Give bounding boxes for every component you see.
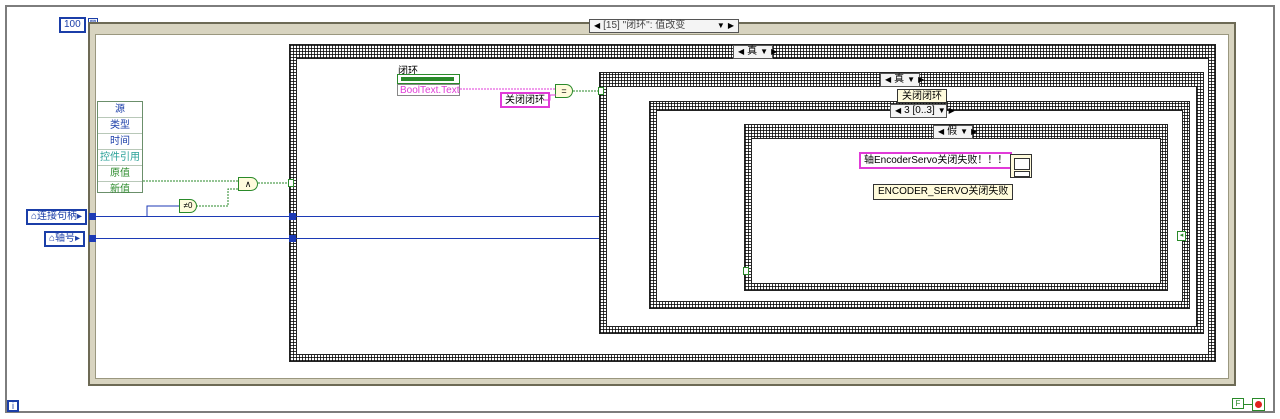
sequence-right-arrow-icon[interactable]: ▶ bbox=[949, 105, 955, 117]
dialog-message-icon[interactable] bbox=[1010, 154, 1032, 178]
and-primitive-icon[interactable]: ∧ bbox=[238, 177, 258, 191]
case-false-selector[interactable]: ◀ 假 ▼ ▶ bbox=[933, 125, 977, 139]
tunnel-2 bbox=[89, 235, 96, 242]
case-false-right-arrow-icon[interactable]: ▶ bbox=[971, 126, 977, 138]
bool-tunnel-false bbox=[743, 267, 749, 275]
error-label: ENCODER_SERVO关闭失败 bbox=[873, 184, 1014, 200]
case-false-dropdown-icon[interactable]: ▼ bbox=[960, 126, 968, 138]
bool-tunnel-outer bbox=[288, 179, 294, 187]
case-inner-dropdown-icon[interactable]: ▼ bbox=[907, 74, 915, 86]
case-inner-left-arrow-icon[interactable]: ◀ bbox=[885, 74, 891, 86]
case-false-left-arrow-icon[interactable]: ◀ bbox=[938, 126, 944, 138]
not-equal-zero-icon[interactable]: ≠0 bbox=[179, 199, 197, 213]
sequence-left-arrow-icon[interactable]: ◀ bbox=[895, 105, 901, 117]
error-message-string[interactable]: 轴EncoderServo关闭失败！！！ bbox=[859, 152, 1013, 169]
bool-tunnel-inner bbox=[598, 87, 604, 95]
sequence-selector[interactable]: ◀ 3 [0..3] ▼ ▶ bbox=[890, 104, 955, 118]
sequence-label: 关闭闭环 bbox=[897, 89, 947, 103]
tunnel-3 bbox=[289, 213, 296, 220]
case-inner-right-arrow-icon[interactable]: ▶ bbox=[918, 74, 924, 86]
block-diagram: 100 ⊠ i F ◀ [15] "闭环": 值改变 ▼ ▶ 源 类型 时间 控… bbox=[0, 0, 1280, 419]
tunnel-4 bbox=[289, 235, 296, 242]
case-inner-selector[interactable]: ◀ 真 ▼ ▶ bbox=[880, 73, 924, 87]
sequence-dropdown-icon[interactable]: ▼ bbox=[938, 105, 946, 117]
bool-tunnel-seq-out: ◂ bbox=[1177, 231, 1186, 241]
tunnel-1 bbox=[89, 213, 96, 220]
